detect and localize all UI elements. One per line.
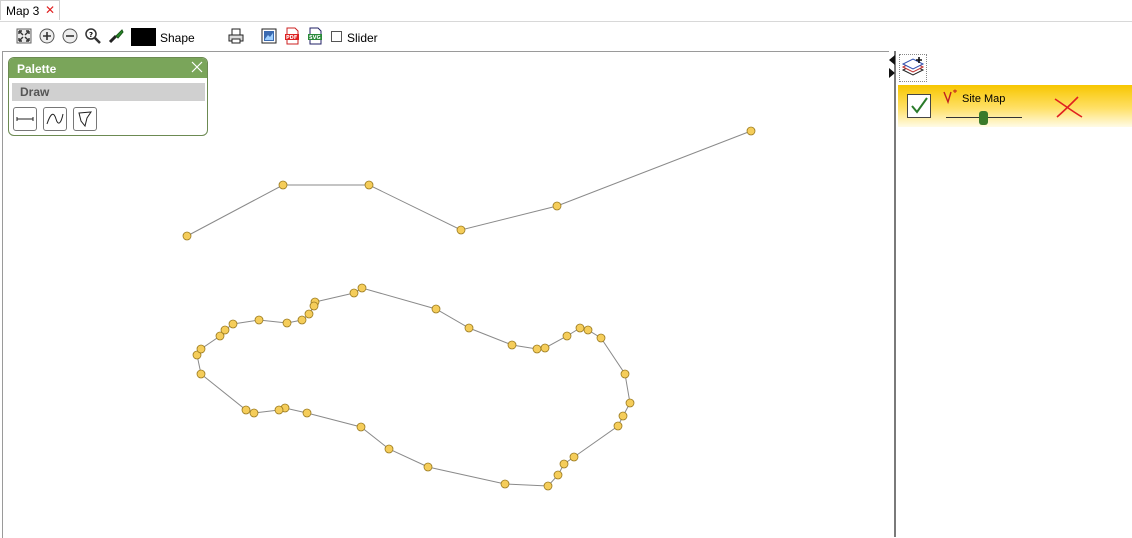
vertex-handle[interactable] xyxy=(241,405,251,415)
collapse-left-icon[interactable] xyxy=(889,55,895,65)
line-tool-button[interactable] xyxy=(13,107,37,131)
layer-opacity-thumb[interactable] xyxy=(979,111,988,125)
fill-color-swatch[interactable] xyxy=(131,28,156,46)
layer-visibility-checkbox[interactable] xyxy=(907,94,931,118)
svg-text:SVG: SVG xyxy=(309,35,321,41)
curve-tool-icon xyxy=(46,113,64,125)
vertex-handle[interactable] xyxy=(562,331,572,341)
remove-layer-icon[interactable] xyxy=(1052,95,1084,119)
vertex-handle[interactable] xyxy=(507,340,517,350)
zoom-extent-icon[interactable] xyxy=(15,27,33,45)
vertex-handle[interactable] xyxy=(596,333,606,343)
vertex-handle[interactable] xyxy=(746,126,756,136)
vertex-handle[interactable] xyxy=(575,323,585,333)
vertex-handle[interactable] xyxy=(254,315,264,325)
svg-text:PDF: PDF xyxy=(286,35,297,41)
palette-header[interactable]: Palette xyxy=(9,58,207,78)
vertex-handle[interactable] xyxy=(625,398,635,408)
export-svg-icon[interactable]: SVG xyxy=(306,27,324,45)
vertex-handle[interactable] xyxy=(456,225,466,235)
polygon-tool-icon xyxy=(78,111,92,128)
vertex-handle[interactable] xyxy=(302,408,312,418)
slider-label[interactable]: Slider xyxy=(347,31,378,45)
collapse-right-icon[interactable] xyxy=(889,68,895,78)
zoom-in-icon[interactable] xyxy=(38,27,56,45)
vertex-handle[interactable] xyxy=(618,411,628,421)
vertex-handle[interactable] xyxy=(423,462,433,472)
vertex-handle[interactable] xyxy=(228,319,238,329)
vertex-handle[interactable] xyxy=(532,344,542,354)
vertex-handle[interactable] xyxy=(384,444,394,454)
vertex-handle[interactable] xyxy=(182,231,192,241)
layer-name: Site Map xyxy=(962,93,1006,105)
vertex-handle[interactable] xyxy=(356,422,366,432)
zoom-out-icon[interactable] xyxy=(61,27,79,45)
zoom-query-icon[interactable]: ? xyxy=(84,27,102,45)
tab-label: Map 3 xyxy=(6,4,40,18)
tab-map-3[interactable]: Map 3 ✕ xyxy=(0,0,60,20)
vertex-handle[interactable] xyxy=(282,318,292,328)
curve-tool-button[interactable] xyxy=(43,107,67,131)
vertex-handle[interactable] xyxy=(278,180,288,190)
vertex-handle[interactable] xyxy=(464,323,474,333)
vertex-handle[interactable] xyxy=(431,304,441,314)
slider-checkbox[interactable] xyxy=(331,31,342,42)
palette-panel: Palette Draw xyxy=(8,57,208,136)
palette-section-label: Draw xyxy=(20,85,50,99)
vertex-handle[interactable] xyxy=(583,325,593,335)
vertex-handle[interactable] xyxy=(309,301,319,311)
shape-label[interactable]: Shape xyxy=(160,31,195,45)
vertex-handle[interactable] xyxy=(552,201,562,211)
vertex-handle[interactable] xyxy=(357,283,367,293)
line-tool-icon xyxy=(16,117,34,121)
export-image-icon[interactable] xyxy=(260,27,278,45)
tab-strip: Map 3 ✕ xyxy=(0,0,1132,22)
svg-text:?: ? xyxy=(89,31,93,39)
polygon-tool-button[interactable] xyxy=(73,107,97,131)
palette-title: Palette xyxy=(17,62,57,76)
vertex-handle[interactable] xyxy=(553,470,563,480)
vertex-handle[interactable] xyxy=(543,481,553,491)
vertex-handle[interactable] xyxy=(196,344,206,354)
export-pdf-icon[interactable]: PDF xyxy=(283,27,301,45)
vertex-handle[interactable] xyxy=(196,369,206,379)
vertex-handle[interactable] xyxy=(364,180,374,190)
close-icon[interactable] xyxy=(190,60,204,74)
checkmark-icon xyxy=(911,97,928,114)
add-layer-button[interactable] xyxy=(899,54,927,82)
vertex-handle[interactable] xyxy=(249,408,259,418)
layer-row-site-map[interactable]: Site Map xyxy=(898,85,1132,127)
layers-panel: Site Map xyxy=(896,51,1132,537)
vertex-handle[interactable] xyxy=(613,421,623,431)
drawn-polyline[interactable] xyxy=(186,130,752,237)
vertex-handle[interactable] xyxy=(220,325,230,335)
paint-brush-icon[interactable] xyxy=(107,27,125,45)
palette-section-draw[interactable]: Draw xyxy=(12,83,205,101)
vertex-handle[interactable] xyxy=(349,288,359,298)
vertex-handle[interactable] xyxy=(500,479,510,489)
print-icon[interactable] xyxy=(227,27,245,45)
tab-close-icon[interactable]: ✕ xyxy=(45,3,55,17)
vertex-handle[interactable] xyxy=(274,405,284,415)
add-layer-icon xyxy=(901,57,925,76)
vertex-handle[interactable] xyxy=(304,309,314,319)
vertex-handle[interactable] xyxy=(297,315,307,325)
vertex-handle[interactable] xyxy=(620,369,630,379)
vertex-handle[interactable] xyxy=(559,459,569,469)
vertex-handle[interactable] xyxy=(540,343,550,353)
vertex-handle[interactable] xyxy=(569,452,579,462)
map-toolbar: ? Shape PDF SVG Slider xyxy=(0,22,1132,50)
vector-layer-icon xyxy=(943,89,957,105)
